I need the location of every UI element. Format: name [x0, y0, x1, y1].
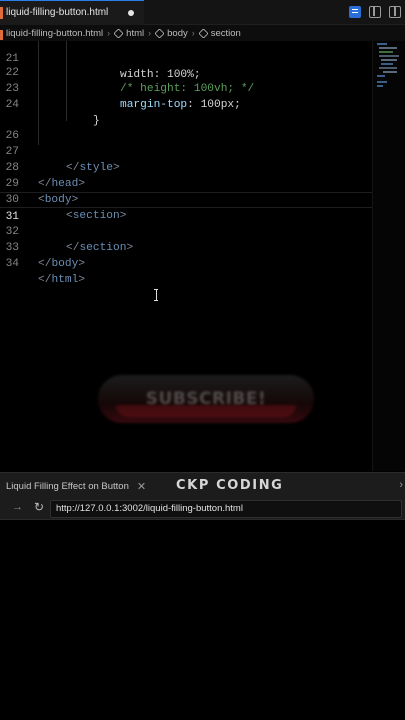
- arrow-forward-icon[interactable]: →: [12, 501, 23, 513]
- url-input[interactable]: http://127.0.0.1:3002/liquid-filling-but…: [50, 500, 402, 518]
- code-token: </: [38, 274, 52, 286]
- code-line[interactable]: 33 </body>: [0, 224, 372, 270]
- editor-tab[interactable]: liquid-filling-button.html: [0, 0, 145, 25]
- accounts-icon[interactable]: [349, 6, 361, 18]
- code-token: : 100px;: [187, 99, 241, 111]
- code-line[interactable]: 24 }: [0, 81, 372, 127]
- reload-icon[interactable]: ↻: [34, 500, 44, 514]
- code-token: >: [78, 258, 86, 270]
- ghost-subscribe-button: SUBSCRIBE!: [98, 375, 314, 423]
- code-token: body: [51, 258, 79, 270]
- toggle-panel-icon[interactable]: [369, 6, 381, 18]
- unsaved-dot-icon[interactable]: [128, 9, 135, 16]
- editor-tab-bar: liquid-filling-button.html: [0, 0, 405, 25]
- split-editor-icon[interactable]: [389, 6, 401, 18]
- line-number: 34: [5, 258, 19, 270]
- close-icon[interactable]: ✕: [137, 480, 146, 493]
- code-line[interactable]: 34 </html>: [0, 240, 372, 286]
- line-number: 24: [5, 99, 19, 111]
- code-line[interactable]: 23 margin-top: 100px;: [0, 65, 372, 111]
- browser-tab-bar: Liquid Filling Effect on Button ✕ CKP CO…: [0, 472, 405, 498]
- code-line[interactable]: 27 </style>: [0, 128, 372, 174]
- browser-tab[interactable]: Liquid Filling Effect on Button ✕: [0, 473, 146, 499]
- browser-viewport[interactable]: [0, 521, 405, 720]
- code-text: </html>: [38, 272, 85, 288]
- html-file-icon: [0, 6, 3, 19]
- code-line[interactable]: 28 </head>: [0, 144, 372, 190]
- minimap[interactable]: [372, 41, 405, 471]
- code-line[interactable]: 32 </section>: [0, 208, 372, 254]
- code-text: </body>: [38, 256, 85, 272]
- editor-actions: [349, 6, 401, 18]
- more-icon[interactable]: ›: [399, 479, 403, 491]
- code-line-current[interactable]: 31: [0, 192, 372, 223]
- code-token: html: [51, 274, 79, 286]
- editor-tab-title: liquid-filling-button.html: [6, 7, 109, 18]
- text-cursor-icon: [154, 289, 158, 301]
- code-line[interactable]: 30 <section>: [0, 176, 372, 222]
- brand-watermark: CKP CODING: [176, 478, 284, 493]
- code-token: margin-top: [120, 99, 188, 111]
- code-line[interactable]: 29 <body>: [0, 160, 372, 206]
- code-token: </: [38, 258, 52, 270]
- code-editor[interactable]: 21 width: 100%; 22 /* height: 100vh; */ …: [0, 41, 405, 510]
- browser-tab-title: Liquid Filling Effect on Button: [6, 480, 129, 492]
- code-line[interactable]: 26: [0, 112, 372, 142]
- code-token: >: [78, 274, 86, 286]
- browser-address-bar: → ↻ http://127.0.0.1:3002/liquid-filling…: [0, 498, 405, 520]
- code-line[interactable]: 22 /* height: 100vh; */: [0, 49, 372, 95]
- code-text: margin-top: 100px;: [120, 97, 241, 113]
- ghost-subscribe-label: SUBSCRIBE!: [145, 389, 267, 409]
